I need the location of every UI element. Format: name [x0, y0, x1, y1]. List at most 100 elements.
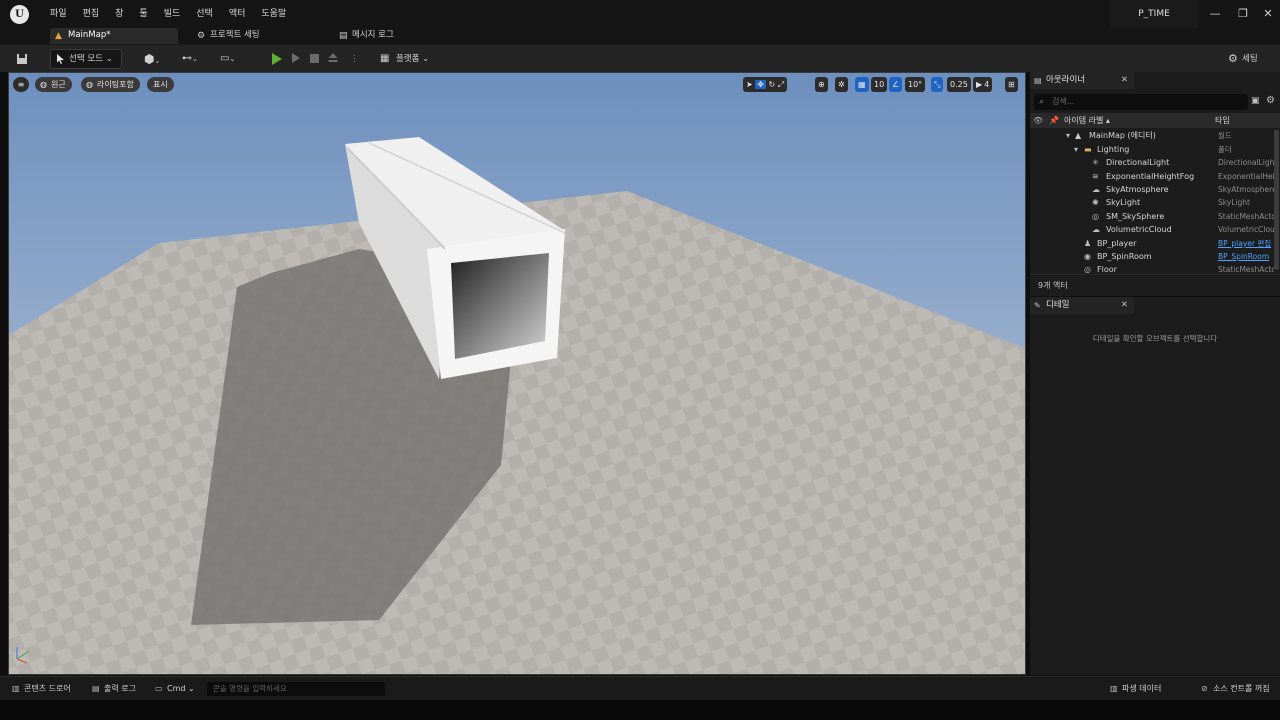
unreal-logo-icon[interactable]: U — [10, 5, 29, 24]
pin-icon[interactable]: 📌 — [1049, 113, 1059, 128]
viewport-menu-icon[interactable]: ≡ — [13, 77, 29, 92]
select-tool-icon[interactable]: ➤ — [746, 80, 753, 89]
static-mesh-icon: ◎ — [1092, 212, 1099, 221]
menu-build[interactable]: 빌드 — [156, 0, 189, 28]
cursor-icon — [57, 54, 64, 64]
rotate-tool-icon[interactable]: ↻ — [769, 80, 776, 89]
outliner-row[interactable]: ✳ DirectionalLight DirectionalLight — [1030, 156, 1280, 169]
directional-light-icon: ✳ — [1092, 158, 1099, 167]
advance-frame-icon[interactable] — [292, 53, 300, 63]
outliner-tab[interactable]: ▤ 아웃라이너 ✕ — [1030, 72, 1134, 89]
platforms-icon: ▦ — [380, 53, 390, 64]
level-viewport[interactable]: ≡ ◍ 원근 ◍ 라이팅포함 표시 ➤ ✥ ↻ ⤢ ⊕ ✲ ▦ 10 ∠ 10°… — [8, 72, 1026, 675]
save-icon[interactable] — [12, 49, 32, 69]
lit-mode-button[interactable]: ◍ 라이팅포함 — [81, 77, 140, 92]
grid-icon: ▦ — [858, 80, 866, 89]
menu-tools[interactable]: 툴 — [131, 0, 155, 28]
outliner-row[interactable]: ◉ BP_SpinRoom BP_SpinRoom — [1030, 250, 1280, 263]
world-space-icon[interactable]: ⊕ — [815, 77, 828, 92]
outliner-settings-icon[interactable]: ⚙ — [1266, 95, 1275, 106]
details-tab[interactable]: ✎ 디테일 ✕ — [1030, 297, 1134, 314]
add-actor-button[interactable]: ⬢⌄ — [140, 49, 164, 69]
column-item-label[interactable]: 아이템 라벨 ▴ — [1064, 113, 1110, 128]
move-tool-icon[interactable]: ✥ — [755, 80, 766, 89]
row-label: DirectionalLight — [1106, 158, 1170, 167]
rotation-snap-value[interactable]: 10° — [905, 77, 926, 92]
menu-edit[interactable]: 편집 — [75, 0, 108, 28]
minimize-icon[interactable]: — — [1201, 0, 1229, 28]
menu-actor[interactable]: 액터 — [221, 0, 254, 28]
menu-help[interactable]: 도움말 — [253, 0, 294, 28]
row-label: SkyAtmosphere — [1106, 185, 1169, 194]
blueprint-button[interactable]: ⊷⌄ — [178, 49, 202, 69]
outliner-column-header: 👁 📌 아이템 라벨 ▴ 타입 — [1030, 113, 1280, 128]
stop-icon[interactable] — [310, 54, 319, 63]
row-type-link[interactable]: BP_player 편집 — [1218, 237, 1274, 250]
close-window-icon[interactable]: ✕ — [1254, 0, 1280, 28]
menu-select[interactable]: 선택 — [188, 0, 221, 28]
output-log-button[interactable]: ▤ 출력 로그 — [92, 681, 136, 697]
outliner-row[interactable]: ▾ ▬ Lighting 폴더 — [1030, 143, 1280, 156]
row-type: SkyLight — [1218, 198, 1250, 207]
play-options-icon[interactable]: ⋮ — [346, 49, 363, 69]
column-type[interactable]: 타입 — [1215, 113, 1230, 128]
settings-button[interactable]: ⚙ 세팅 — [1226, 49, 1262, 69]
cmd-dropdown[interactable]: ▭ Cmd ⌄ — [155, 681, 195, 697]
visibility-icon[interactable]: 👁 — [1033, 113, 1043, 128]
gear-icon: ⚙ — [1228, 52, 1238, 65]
actor-icon: ◉ — [1084, 252, 1091, 261]
source-control-button[interactable]: ⊘ 소스 컨트롤 꺼짐 — [1201, 681, 1270, 697]
taskbar-strip — [0, 700, 1280, 720]
menu-window[interactable]: 창 — [107, 0, 131, 28]
settings-label: 세팅 — [1242, 54, 1258, 64]
level-icon: ▲ — [55, 31, 62, 41]
show-button[interactable]: 표시 — [147, 77, 174, 92]
maximize-icon[interactable]: ❐ — [1229, 0, 1257, 28]
derived-data-button[interactable]: ▥ 파생 데이터 — [1110, 681, 1161, 697]
outliner-search-input[interactable]: ⌕ 검색... — [1034, 94, 1248, 110]
play-icon[interactable] — [272, 53, 282, 65]
row-label: ExponentialHeightFog — [1106, 172, 1195, 181]
grid-snap-toggle[interactable]: ▦ — [855, 77, 869, 92]
surface-snap-icon[interactable]: ✲ — [835, 77, 848, 92]
console-input[interactable]: 콘솔 명령을 입력하세요 — [207, 682, 385, 696]
cinematics-button[interactable]: ▭⌄ — [216, 49, 239, 69]
close-icon[interactable]: ✕ — [1121, 72, 1128, 89]
select-mode-dropdown[interactable]: 선택 모드 ⌄ — [50, 49, 122, 69]
tab-message-log[interactable]: ▤ 메시지 로그 — [334, 28, 434, 44]
viewport-scene[interactable] — [9, 73, 1026, 675]
log-icon: ▤ — [339, 31, 348, 41]
outliner-row[interactable]: ◎ SM_SkySphere StaticMeshActor — [1030, 210, 1280, 223]
perspective-button[interactable]: ◍ 원근 — [35, 77, 72, 92]
viewport-layout-icon[interactable]: ⊞ — [1005, 77, 1018, 92]
outliner-row[interactable]: ☁ SkyAtmosphere SkyAtmosphere — [1030, 183, 1280, 196]
blueprint-icon: ⊷ — [182, 53, 192, 64]
add-folder-icon[interactable]: ▣ — [1251, 96, 1260, 106]
expand-arrow-icon[interactable]: ▾ — [1074, 143, 1078, 156]
outliner-row[interactable]: ✺ SkyLight SkyLight — [1030, 196, 1280, 209]
menu-file[interactable]: 파일 — [42, 0, 75, 28]
scale-snap-toggle[interactable]: ⤡ — [931, 77, 944, 92]
chevron-down-icon: ⌄ — [105, 54, 113, 64]
outliner-row[interactable]: ▾ ▲ MainMap (에디터) 월드 — [1030, 129, 1280, 142]
content-drawer-button[interactable]: ▥ 콘텐츠 드로어 — [12, 681, 71, 697]
grid-snap-value[interactable]: 10 — [871, 77, 888, 92]
tab-project-settings[interactable]: ⚙ 프로젝트 세팅 — [192, 28, 322, 44]
rotation-snap-toggle[interactable]: ∠ — [889, 77, 903, 92]
outliner-row[interactable]: ☁ VolumetricCloud VolumetricCloud — [1030, 223, 1280, 236]
outliner-row[interactable]: ♟ BP_player BP_player 편집 — [1030, 237, 1280, 250]
scale-tool-icon[interactable]: ⤢ — [778, 80, 784, 89]
row-label: BP_SpinRoom — [1097, 252, 1152, 261]
tab-project-settings-label: 프로젝트 세팅 — [210, 30, 260, 40]
outliner-row[interactable]: ≋ ExponentialHeightFog ExponentialHeight… — [1030, 170, 1280, 183]
eject-icon[interactable] — [328, 52, 338, 63]
camera-speed-button[interactable]: ▶ 4 — [973, 77, 993, 92]
scale-snap-value[interactable]: 0.25 — [947, 77, 971, 92]
platforms-dropdown[interactable]: ▦ 플랫폼 ⌄ — [376, 49, 433, 69]
console-placeholder: 콘솔 명령을 입력하세요 — [213, 684, 287, 693]
tab-mainmap[interactable]: ▲ MainMap* — [50, 28, 178, 44]
row-type-link[interactable]: BP_SpinRoom — [1218, 250, 1274, 263]
outliner-scrollbar[interactable] — [1274, 130, 1279, 270]
close-icon[interactable]: ✕ — [1121, 297, 1128, 314]
expand-arrow-icon[interactable]: ▾ — [1066, 129, 1070, 142]
